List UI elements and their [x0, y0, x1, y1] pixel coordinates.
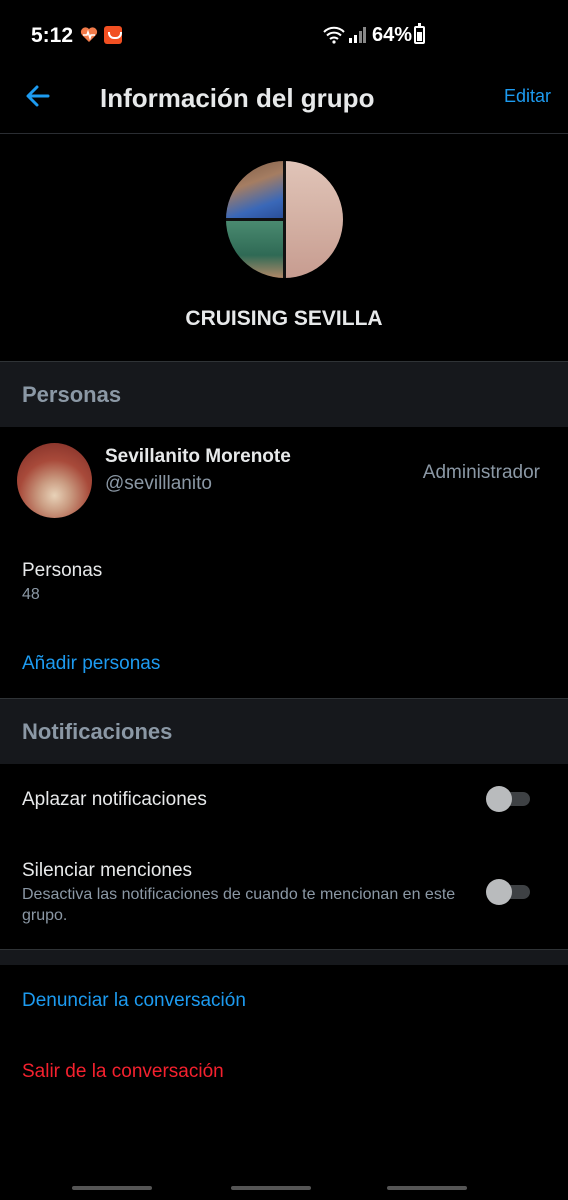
- shop-icon: [104, 26, 122, 44]
- section-title: Notificaciones: [22, 719, 173, 744]
- battery-icon: [414, 23, 425, 44]
- wifi-icon: [323, 26, 345, 44]
- group-name: CRUISING SEVILLA: [185, 307, 383, 330]
- page-title: Información del grupo: [100, 83, 375, 113]
- snooze-notifications-toggle[interactable]: [486, 786, 530, 812]
- avatar[interactable]: [17, 443, 92, 518]
- group-avatar-photo-1: [226, 161, 283, 218]
- section-title: Personas: [22, 382, 122, 407]
- heart-icon: [80, 27, 98, 42]
- toggle-thumb: [486, 879, 512, 905]
- add-people-button[interactable]: Añadir personas: [22, 653, 160, 675]
- report-conversation-button[interactable]: Denunciar la conversación: [22, 990, 246, 1012]
- people-section-header: Personas: [0, 361, 568, 427]
- group-avatar[interactable]: [226, 161, 343, 278]
- member-handle: @sevilllanito: [105, 473, 212, 494]
- arrow-left-icon[interactable]: [22, 80, 54, 112]
- nav-back-button[interactable]: [387, 1186, 467, 1190]
- member-name[interactable]: Sevillanito Morenote: [105, 446, 291, 468]
- status-time: 5:12: [31, 24, 74, 47]
- battery-percentage: 64%: [372, 24, 413, 46]
- system-nav-bar: [0, 1186, 568, 1192]
- nav-home-button[interactable]: [231, 1186, 311, 1190]
- app-header: Información del grupo Editar: [0, 62, 568, 134]
- mute-mentions-label: Silenciar menciones: [22, 860, 193, 881]
- mute-mentions-toggle[interactable]: [486, 879, 530, 905]
- toggle-thumb: [486, 786, 512, 812]
- notifications-section-header: Notificaciones: [0, 698, 568, 764]
- nav-recents-button[interactable]: [72, 1186, 152, 1190]
- snooze-notifications-label: Aplazar notificaciones: [22, 789, 207, 810]
- edit-button[interactable]: Editar: [504, 86, 551, 107]
- status-bar: 5:12 64%: [0, 0, 568, 70]
- section-divider: [0, 949, 568, 965]
- people-count: 48: [22, 586, 40, 603]
- people-label[interactable]: Personas: [22, 560, 102, 582]
- mute-mentions-description: Desactiva las notificaciones de cuando t…: [22, 886, 456, 924]
- signal-icon: [349, 27, 366, 43]
- member-role-badge: Administrador: [422, 462, 540, 483]
- leave-conversation-button[interactable]: Salir de la conversación: [22, 1061, 224, 1083]
- group-avatar-photo-2: [226, 221, 283, 278]
- group-avatar-photo-3: [286, 161, 343, 278]
